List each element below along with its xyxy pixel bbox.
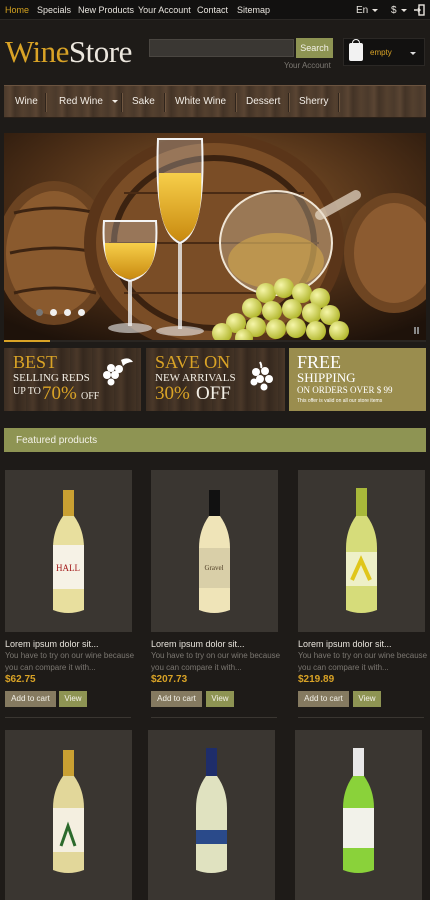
product-description: You have to try on our wine because you …: [151, 651, 281, 672]
top-link-home[interactable]: Home: [5, 5, 29, 15]
promo3-note: This offer is valid on all our store ite…: [297, 398, 383, 404]
top-link-sitemap[interactable]: Sitemap: [237, 5, 270, 15]
product-image[interactable]: [298, 470, 425, 632]
promo-new-arrivals[interactable]: SAVE ON NEW ARRIVALS 30% OFF: [146, 348, 285, 411]
grapes-icon: [103, 358, 133, 386]
promo1-line3: UP TO: [13, 386, 41, 397]
account-link[interactable]: Your Account: [284, 61, 331, 70]
promo3-line3: ON ORDERS OVER $ 99: [297, 385, 393, 395]
logo-part-store: Store: [68, 34, 132, 69]
promo2-line1: SAVE ON: [155, 352, 231, 372]
divider: [151, 717, 277, 718]
promo-best-selling[interactable]: BEST SELLING REDS UP TO 70% OFF: [4, 348, 141, 411]
divider: [298, 717, 424, 718]
product-name[interactable]: Lorem ipsum dolor sit...: [5, 639, 99, 649]
language-value: En: [356, 5, 369, 16]
featured-products-header: Featured products: [4, 428, 426, 452]
view-button[interactable]: View: [206, 691, 234, 707]
nav-item-red-wine[interactable]: Red Wine: [59, 96, 103, 107]
wine-bottle-image: Gravel: [199, 490, 230, 613]
nav-divider: [288, 93, 289, 112]
product-name[interactable]: Lorem ipsum dolor sit...: [298, 639, 392, 649]
chevron-down-icon[interactable]: [112, 100, 118, 103]
top-link-contact[interactable]: Contact: [197, 5, 228, 15]
wine-bottle-image: [346, 488, 377, 613]
product-image[interactable]: Gravel: [151, 470, 278, 632]
nav-divider: [338, 93, 339, 112]
product-image[interactable]: [5, 730, 132, 900]
language-selector[interactable]: En: [356, 5, 379, 16]
svg-text:HALL: HALL: [56, 563, 80, 573]
view-button[interactable]: View: [59, 691, 87, 707]
cart-dropdown[interactable]: empty: [343, 38, 425, 66]
top-bar: Home Specials New Products Your Account …: [0, 0, 430, 20]
currency-value: $: [391, 5, 397, 16]
slider-progress-fill: [4, 340, 51, 342]
svg-text:Gravel: Gravel: [204, 564, 223, 572]
wine-bottle-image: [53, 750, 84, 873]
divider: [5, 717, 131, 718]
product-image[interactable]: [295, 730, 422, 900]
nav-item-sake[interactable]: Sake: [132, 96, 155, 107]
nav-item-dessert[interactable]: Dessert: [246, 96, 280, 107]
product-image[interactable]: HALL: [5, 470, 132, 632]
chevron-down-icon: [410, 52, 416, 55]
currency-selector[interactable]: $: [391, 5, 407, 16]
search-button[interactable]: Search: [296, 38, 333, 58]
pause-icon[interactable]: [414, 327, 419, 334]
product-description: You have to try on our wine because you …: [298, 651, 428, 672]
top-link-new-products[interactable]: New Products: [78, 5, 134, 15]
logo-part-wine: Wine: [5, 34, 69, 69]
nav-item-wine[interactable]: Wine: [15, 96, 38, 107]
nav-divider: [164, 93, 165, 112]
site-logo[interactable]: WineStore: [5, 34, 132, 70]
add-to-cart-button[interactable]: Add to cart: [5, 691, 56, 707]
featured-title: Featured products: [16, 435, 98, 446]
nav-divider: [121, 93, 122, 112]
top-link-your-account[interactable]: Your Account: [138, 5, 191, 15]
promo2-percent: 30%: [155, 383, 190, 404]
wine-bottle-image: HALL: [53, 490, 84, 613]
product-price: $62.75: [5, 674, 36, 685]
main-nav: Wine Red Wine Sake White Wine Dessert Sh…: [4, 85, 426, 118]
product-price: $207.73: [151, 674, 188, 685]
product-description: You have to try on our wine because you …: [5, 651, 135, 672]
slider-dot[interactable]: [36, 309, 43, 316]
promo1-percent: 70%: [42, 383, 77, 404]
wine-bottle-image: [196, 748, 227, 873]
promo2-off: OFF: [196, 383, 231, 404]
wine-bottle-image: [343, 748, 374, 873]
chevron-down-icon: [372, 8, 379, 12]
slider-dot[interactable]: [78, 309, 85, 316]
nav-item-white-wine[interactable]: White Wine: [175, 96, 226, 107]
grapes-icon: [250, 361, 273, 391]
slider-dot[interactable]: [50, 309, 57, 316]
product-name[interactable]: Lorem ipsum dolor sit...: [151, 639, 245, 649]
promo1-line1: BEST: [13, 352, 58, 372]
chevron-down-icon: [400, 8, 407, 12]
add-to-cart-button[interactable]: Add to cart: [298, 691, 349, 707]
promo-free-shipping[interactable]: FREE SHIPPING ON ORDERS OVER $ 99 This o…: [289, 348, 426, 411]
nav-item-sherry[interactable]: Sherry: [299, 96, 328, 107]
slider-dot[interactable]: [64, 309, 71, 316]
view-button[interactable]: View: [353, 691, 381, 707]
login-icon[interactable]: [413, 4, 425, 16]
promo3-line2: SHIPPING: [297, 370, 356, 385]
nav-divider: [45, 93, 46, 112]
top-link-specials[interactable]: Specials: [37, 5, 71, 15]
nav-divider: [235, 93, 236, 112]
add-to-cart-button[interactable]: Add to cart: [151, 691, 202, 707]
product-image[interactable]: [148, 730, 275, 900]
product-price: $219.89: [298, 674, 335, 685]
cart-status: empty: [370, 48, 392, 57]
slider-progress: [4, 340, 426, 342]
search-input[interactable]: [149, 39, 294, 57]
shopping-bag-icon: [349, 39, 363, 61]
promo1-off: OFF: [81, 391, 100, 402]
